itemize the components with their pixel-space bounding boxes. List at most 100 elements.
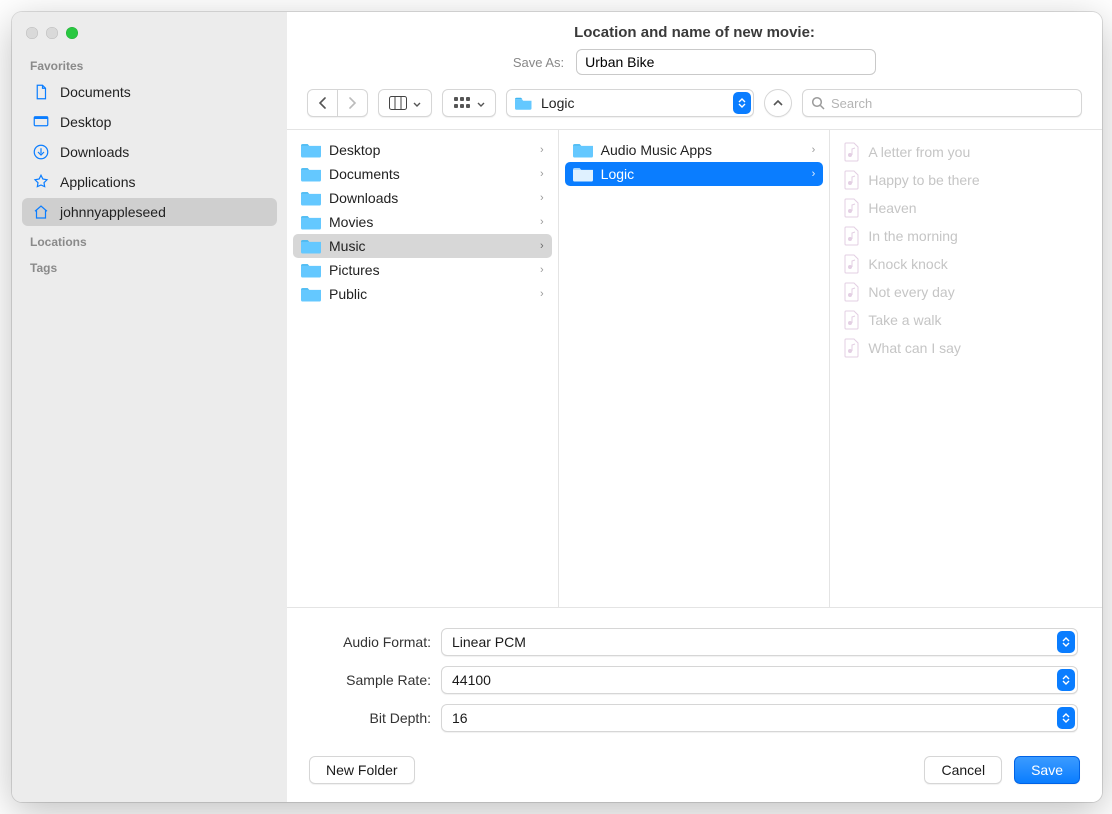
sidebar-item-applications[interactable]: Applications [22, 168, 277, 196]
dialog-footer: New Folder Cancel Save [287, 742, 1102, 802]
audio-format-select[interactable]: Linear PCM [441, 628, 1078, 656]
file-row: Knock knock [836, 250, 1096, 278]
bit-depth-select[interactable]: 16 [441, 704, 1078, 732]
column-browser: Desktop›Documents›Downloads›Movies›Music… [287, 129, 1102, 608]
view-columns-button[interactable] [378, 89, 432, 117]
audio-file-icon [844, 282, 860, 302]
file-row: Happy to be there [836, 166, 1096, 194]
browser-column-0: Desktop›Documents›Downloads›Movies›Music… [287, 130, 559, 607]
nav-forward-button[interactable] [338, 89, 368, 117]
save-as-row: Save As: [287, 49, 1102, 89]
dialog-title: Location and name of new movie: [287, 12, 1102, 49]
sample-rate-select[interactable]: 44100 [441, 666, 1078, 694]
updown-icon [1057, 669, 1075, 691]
sidebar-section-locations: Locations [12, 227, 287, 253]
search-input[interactable] [831, 96, 1073, 111]
close-window-button[interactable] [26, 27, 38, 39]
bit-depth-row: Bit Depth: 16 [311, 704, 1078, 732]
folder-row[interactable]: Pictures› [293, 258, 552, 282]
path-selector[interactable]: Logic [506, 89, 754, 117]
chevron-right-icon: › [540, 192, 544, 204]
folder-row[interactable]: Audio Music Apps› [565, 138, 824, 162]
audio-file-icon [844, 254, 860, 274]
group-by-button[interactable] [442, 89, 496, 117]
collapse-button[interactable] [764, 89, 792, 117]
chevron-left-icon [318, 97, 327, 109]
audio-file-icon [844, 170, 860, 190]
file-row: Not every day [836, 278, 1096, 306]
columns-icon [389, 96, 407, 110]
sidebar-item-downloads[interactable]: Downloads [22, 138, 277, 166]
sidebar-item-desktop[interactable]: Desktop [22, 108, 277, 136]
new-folder-button[interactable]: New Folder [309, 756, 415, 784]
path-label: Logic [541, 95, 725, 111]
chevron-down-icon [413, 96, 421, 111]
bit-depth-value: 16 [452, 710, 1057, 726]
chevron-right-icon: › [812, 144, 816, 156]
applications-icon [32, 173, 50, 191]
save-button[interactable]: Save [1014, 756, 1080, 784]
folder-row[interactable]: Documents› [293, 162, 552, 186]
file-row: A letter from you [836, 138, 1096, 166]
folder-icon [573, 166, 593, 182]
save-as-input[interactable] [576, 49, 876, 75]
row-label: Documents [329, 166, 400, 182]
folder-row[interactable]: Downloads› [293, 186, 552, 210]
document-icon [32, 83, 50, 101]
sidebar-item-documents[interactable]: Documents [22, 78, 277, 106]
row-label: Public [329, 286, 367, 302]
folder-row[interactable]: Public › [293, 282, 552, 306]
folder-row[interactable]: Desktop › [293, 138, 552, 162]
folder-row[interactable]: Music› [293, 234, 552, 258]
folder-icon [301, 142, 321, 158]
file-row: Heaven [836, 194, 1096, 222]
row-label: Heaven [868, 200, 916, 216]
chevron-right-icon: › [540, 288, 544, 300]
row-label: Not every day [868, 284, 954, 300]
chevron-right-icon [348, 97, 357, 109]
row-label: Music [329, 238, 366, 254]
folder-icon [301, 214, 321, 230]
sidebar-item-label: Documents [60, 84, 131, 100]
row-label: Happy to be there [868, 172, 979, 188]
folder-row[interactable]: Movies› [293, 210, 552, 234]
chevron-right-icon: › [540, 264, 544, 276]
sidebar-item-label: johnnyappleseed [60, 204, 166, 220]
folder-icon [301, 238, 321, 254]
row-label: Desktop [329, 142, 380, 158]
search-field[interactable] [802, 89, 1082, 117]
zoom-window-button[interactable] [66, 27, 78, 39]
grid-icon [453, 96, 471, 110]
audio-file-icon [844, 226, 860, 246]
updown-icon [1057, 707, 1075, 729]
updown-icon [733, 92, 751, 114]
folder-row[interactable]: Logic› [565, 162, 824, 186]
folder-icon [515, 96, 533, 110]
sidebar-item-label: Desktop [60, 114, 111, 130]
chevron-down-icon [477, 96, 485, 111]
home-icon [32, 203, 50, 221]
folder-icon [301, 286, 321, 302]
row-label: What can I say [868, 340, 961, 356]
row-label: Take a walk [868, 312, 941, 328]
cancel-button[interactable]: Cancel [924, 756, 1002, 784]
sample-rate-row: Sample Rate: 44100 [311, 666, 1078, 694]
row-label: In the morning [868, 228, 958, 244]
chevron-right-icon: › [540, 144, 544, 156]
save-as-label: Save As: [513, 55, 564, 70]
audio-format-value: Linear PCM [452, 634, 1057, 650]
audio-file-icon [844, 310, 860, 330]
sidebar-item-home[interactable]: johnnyappleseed [22, 198, 277, 226]
folder-icon [301, 262, 321, 278]
audio-format-label: Audio Format: [311, 634, 431, 650]
updown-icon [1057, 631, 1075, 653]
folder-icon [301, 190, 321, 206]
row-label: Movies [329, 214, 373, 230]
window-controls [12, 20, 287, 51]
chevron-up-icon [773, 100, 783, 107]
audio-file-icon [844, 198, 860, 218]
save-dialog-window: Favorites Documents Desktop Downloads Ap… [12, 12, 1102, 802]
minimize-window-button[interactable] [46, 27, 58, 39]
nav-back-button[interactable] [307, 89, 338, 117]
sample-rate-label: Sample Rate: [311, 672, 431, 688]
